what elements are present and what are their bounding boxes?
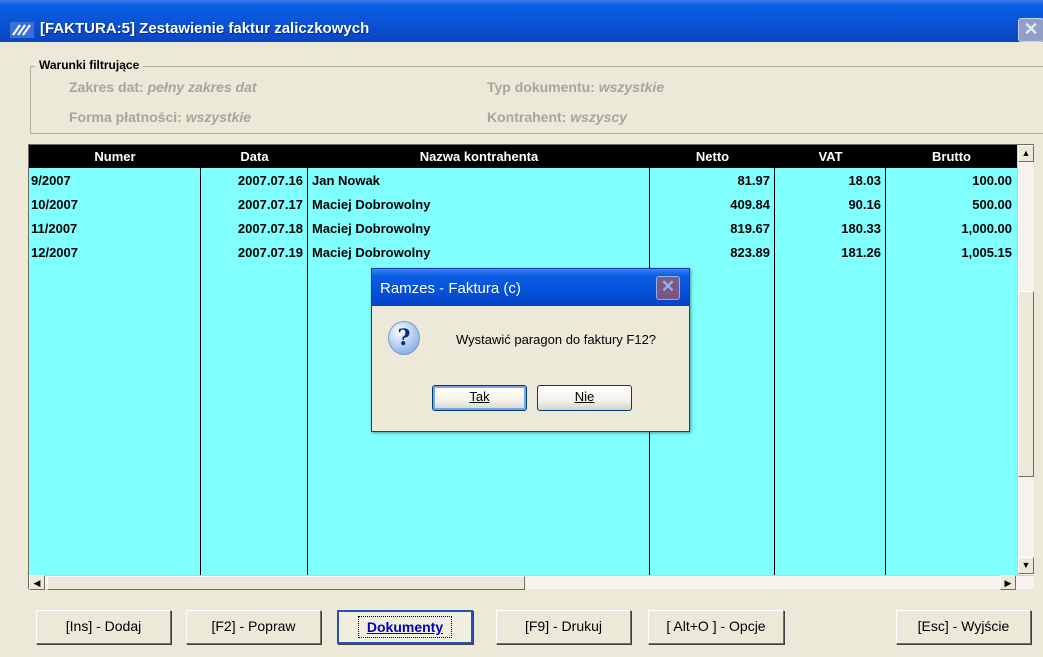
- edit-button[interactable]: [F2] - Popraw: [186, 610, 321, 644]
- filter-legend: Warunki filtrujące: [35, 58, 144, 72]
- scroll-up-button[interactable]: ▲: [1018, 145, 1034, 162]
- dialog-message: Wystawić paragon do faktury F12?: [456, 332, 657, 347]
- dialog-title-bar[interactable]: Ramzes - Faktura (c) ✕: [372, 269, 689, 306]
- print-button[interactable]: [F9] - Drukuj: [496, 610, 631, 644]
- dialog-close-button[interactable]: ✕: [656, 276, 680, 300]
- yes-button[interactable]: Tak: [432, 385, 527, 411]
- cell-numer: 9/2007: [31, 173, 71, 188]
- confirm-dialog[interactable]: Ramzes - Faktura (c) ✕ ? Wystawić parago…: [371, 268, 690, 432]
- payment-filter: Forma płatności: wszystkie: [69, 109, 251, 125]
- window-close-button[interactable]: ✕: [1018, 18, 1043, 42]
- doc-type-filter: Typ dokumentu: wszystkie: [487, 79, 664, 95]
- cell-nazwa: Maciej Dobrowolny: [312, 197, 431, 212]
- documents-button-label: Dokumenty: [357, 616, 453, 638]
- documents-button[interactable]: Dokumenty: [337, 610, 473, 644]
- options-button[interactable]: [ Alt+O ] - Opcje: [648, 610, 784, 644]
- no-button-label: Nie: [574, 389, 595, 404]
- title-bar[interactable]: [FAKTURA:5] Zestawienie faktur zaliczkow…: [0, 0, 1043, 42]
- question-icon: ?: [388, 321, 420, 355]
- column-header-numer[interactable]: Numer: [29, 145, 201, 168]
- dialog-title: Ramzes - Faktura (c): [380, 280, 521, 297]
- vertical-scroll-thumb[interactable]: [1018, 291, 1034, 477]
- date-range-filter: Zakres dat: pełny zakres dat: [69, 79, 257, 95]
- contractor-value: wszyscy: [570, 109, 628, 125]
- date-range-label: Zakres dat:: [69, 79, 144, 95]
- main-window: [FAKTURA:5] Zestawienie faktur zaliczkow…: [0, 0, 1043, 657]
- column-header-data[interactable]: Data: [201, 145, 308, 168]
- no-button[interactable]: Nie: [537, 385, 632, 411]
- cell-netto: 823.89: [730, 245, 770, 260]
- window-title: [FAKTURA:5] Zestawienie faktur zaliczkow…: [40, 20, 370, 37]
- cell-brutto: 1,000.00: [961, 221, 1012, 236]
- column-header-netto[interactable]: Netto: [650, 145, 775, 168]
- cell-vat: 181.26: [841, 245, 881, 260]
- cell-data: 2007.07.19: [237, 245, 303, 260]
- doc-type-value: wszystkie: [598, 79, 665, 95]
- cell-vat: 180.33: [841, 221, 881, 236]
- column-header-nazwa[interactable]: Nazwa kontrahenta: [308, 145, 650, 168]
- cell-nazwa: Jan Nowak: [312, 173, 380, 188]
- payment-value: wszystkie: [185, 109, 252, 125]
- cell-numer: 11/2007: [31, 221, 78, 236]
- cell-nazwa: Maciej Dobrowolny: [312, 221, 431, 236]
- table-row[interactable]: 9/2007 2007.07.16 Jan Nowak 81.97 18.03 …: [29, 169, 1017, 193]
- cell-nazwa: Maciej Dobrowolny: [312, 245, 431, 260]
- cell-vat: 90.16: [848, 197, 881, 212]
- cell-vat: 18.03: [848, 173, 881, 188]
- table-row[interactable]: 10/2007 2007.07.17 Maciej Dobrowolny 409…: [29, 193, 1017, 217]
- add-button[interactable]: [Ins] - Dodaj: [36, 610, 171, 644]
- exit-button[interactable]: [Esc] - Wyjście: [896, 610, 1031, 644]
- yes-button-label: Tak: [469, 389, 490, 404]
- scroll-right-button[interactable]: ▶: [1000, 575, 1016, 590]
- cell-netto: 819.67: [730, 221, 770, 236]
- cell-data: 2007.07.17: [237, 197, 303, 212]
- cell-brutto: 100.00: [972, 173, 1012, 188]
- cell-numer: 12/2007: [31, 245, 78, 260]
- contractor-label: Kontrahent:: [487, 109, 567, 125]
- table-row[interactable]: 11/2007 2007.07.18 Maciej Dobrowolny 819…: [29, 217, 1017, 241]
- cell-brutto: 500.00: [972, 197, 1012, 212]
- scroll-down-button[interactable]: ▼: [1018, 557, 1034, 574]
- cell-data: 2007.07.16: [237, 173, 303, 188]
- cell-numer: 10/2007: [31, 197, 78, 212]
- cell-data: 2007.07.18: [237, 221, 303, 236]
- cell-brutto: 1,005.15: [961, 245, 1012, 260]
- column-header-brutto[interactable]: Brutto: [886, 145, 1017, 168]
- contractor-filter: Kontrahent: wszyscy: [487, 109, 627, 125]
- horizontal-scroll-thumb[interactable]: [47, 576, 525, 590]
- horizontal-scrollbar[interactable]: ◀ ▶: [29, 575, 1034, 590]
- column-header-vat[interactable]: VAT: [775, 145, 886, 168]
- app-logo-icon: [10, 22, 34, 38]
- table-row[interactable]: 12/2007 2007.07.19 Maciej Dobrowolny 823…: [29, 241, 1017, 265]
- filter-group: Warunki filtrujące Zakres dat: pełny zak…: [30, 58, 1043, 134]
- scroll-left-button[interactable]: ◀: [29, 575, 45, 590]
- payment-label: Forma płatności:: [69, 109, 182, 125]
- table-header: Numer Data Nazwa kontrahenta Netto VAT B…: [29, 145, 1017, 168]
- date-range-value: pełny zakres dat: [147, 79, 257, 95]
- doc-type-label: Typ dokumentu:: [487, 79, 595, 95]
- cell-netto: 409.84: [730, 197, 770, 212]
- cell-netto: 81.97: [737, 173, 770, 188]
- vertical-scrollbar[interactable]: ▲ ▼: [1017, 145, 1034, 575]
